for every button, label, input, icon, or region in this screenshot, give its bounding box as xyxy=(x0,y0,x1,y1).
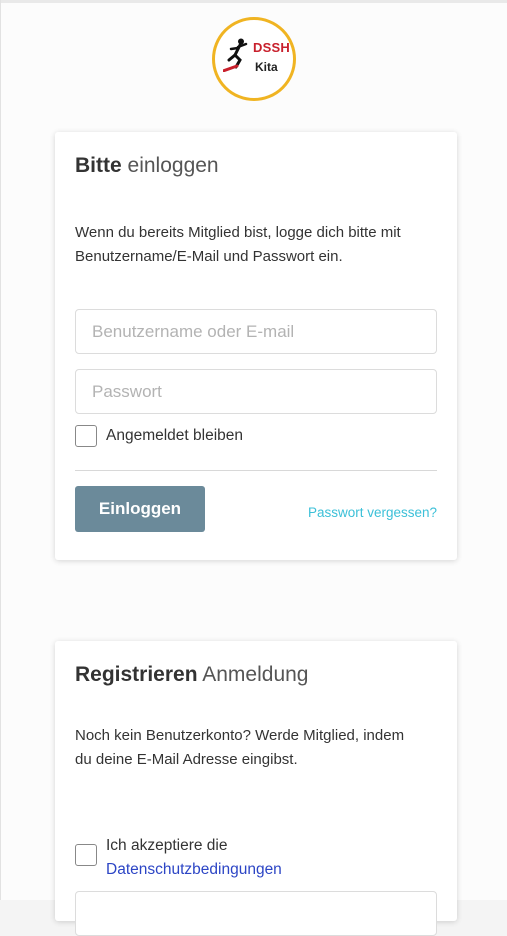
privacy-label: Ich akzeptiere die Datenschutzbedingunge… xyxy=(106,834,282,882)
login-title-strong: Bitte xyxy=(75,154,122,177)
remember-me-checkbox[interactable] xyxy=(75,425,97,447)
login-card: Bitte einloggen Wenn du bereits Mitglied… xyxy=(55,132,457,560)
username-input[interactable] xyxy=(75,309,437,354)
register-title: Registrieren Anmeldung xyxy=(75,663,308,687)
remember-me-label[interactable]: Angemeldet bleiben xyxy=(106,427,243,445)
forgot-password-link[interactable]: Passwort vergessen? xyxy=(308,505,437,520)
logo-text-bottom: Kita xyxy=(255,60,278,74)
logo-text-top: DSSH xyxy=(253,40,290,55)
left-border xyxy=(0,0,1,900)
login-title-light: einloggen xyxy=(127,154,219,177)
privacy-policy-link[interactable]: Datenschutzbedingungen xyxy=(106,861,282,878)
register-email-input[interactable] xyxy=(75,891,437,936)
runner-icon xyxy=(223,38,248,72)
register-title-light: Anmeldung xyxy=(202,663,309,686)
privacy-checkbox[interactable] xyxy=(75,844,97,866)
privacy-label-prefix: Ich akzeptiere die xyxy=(106,837,228,854)
top-border xyxy=(0,0,507,3)
login-button[interactable]: Einloggen xyxy=(75,486,205,532)
logo: DSSH Kita xyxy=(212,17,296,101)
register-card: Registrieren Anmeldung Noch kein Benutze… xyxy=(55,641,457,936)
register-title-strong: Registrieren xyxy=(75,663,198,686)
login-description: Wenn du bereits Mitglied bist, logge dic… xyxy=(75,224,401,265)
login-title: Bitte einloggen xyxy=(75,154,219,178)
register-description: Noch kein Benutzerkonto? Werde Mitglied,… xyxy=(75,727,405,768)
password-input[interactable] xyxy=(75,369,437,414)
login-divider xyxy=(75,470,437,471)
